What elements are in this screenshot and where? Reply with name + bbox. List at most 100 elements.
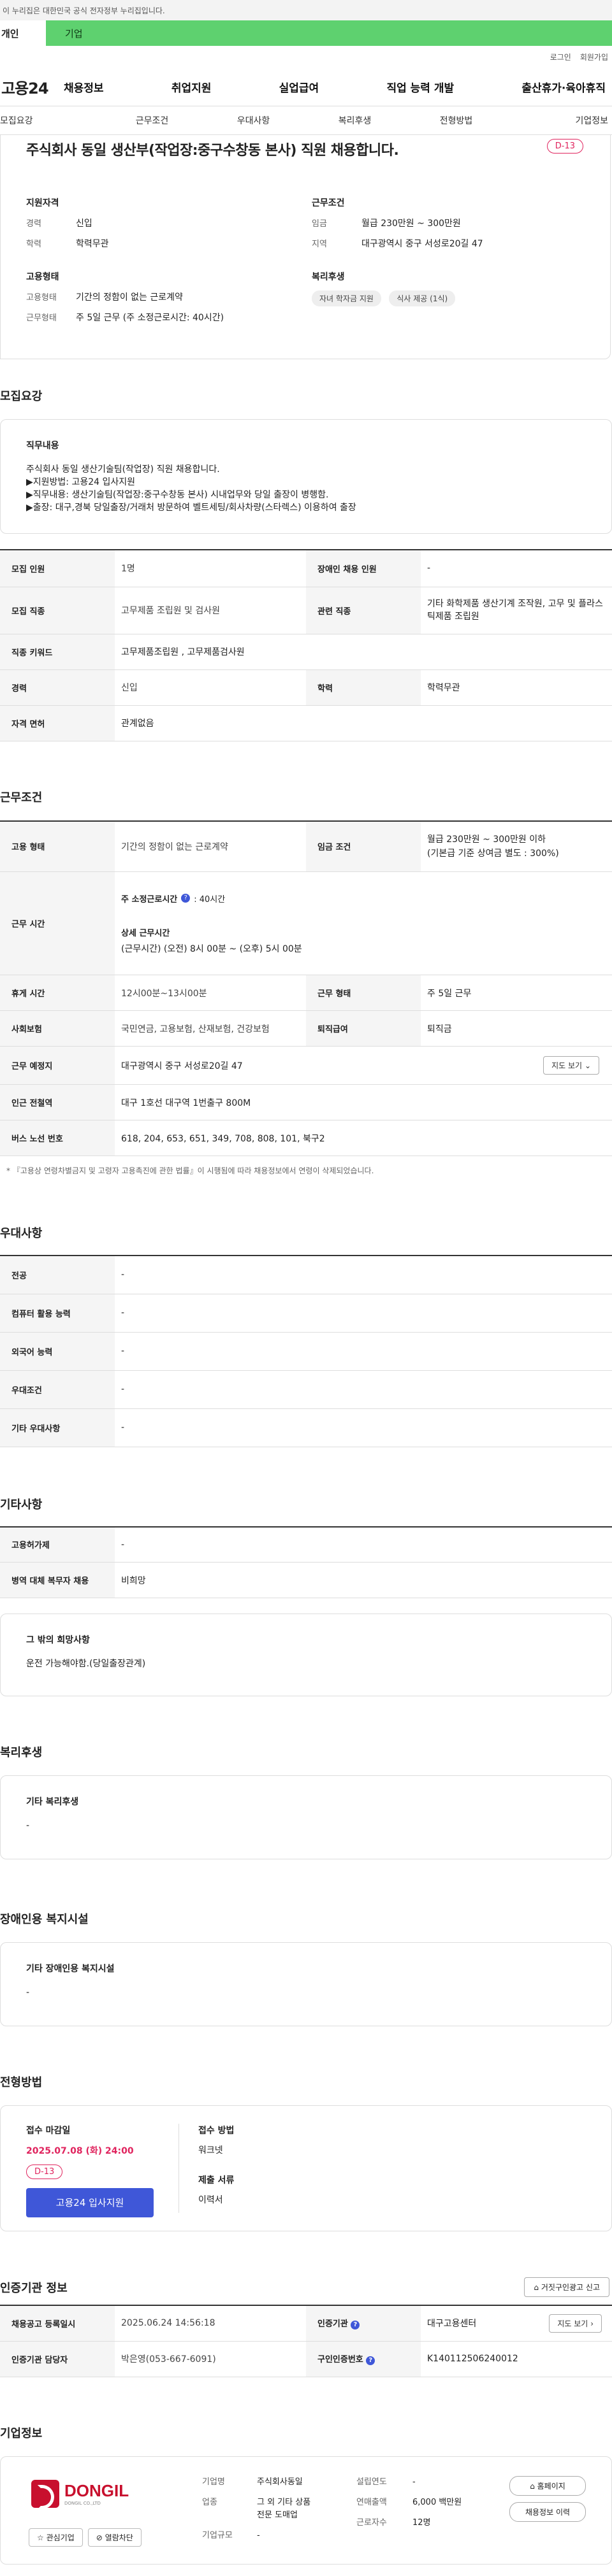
table-value: - (115, 1408, 612, 1447)
star-icon: ☆ (37, 2533, 44, 2542)
table-value: - (421, 550, 612, 587)
deadline-value: 2025.07.08 (화) 24:00 (26, 2146, 134, 2156)
block-view-label: 열람차단 (105, 2533, 133, 2542)
tab-company[interactable]: 기업정보 (507, 114, 608, 127)
apply-button[interactable]: 고용24 입사지원 (26, 2188, 154, 2217)
table-row: 사회보험 국민연금, 고용보험, 산재보험, 건강보험 퇴직급여 퇴직금 (0, 1010, 612, 1047)
table-row: 고용허가제 - (0, 1526, 612, 1563)
founded-label: 설립연도 (356, 2477, 387, 2487)
revenue-value: 6,000 백만원 (412, 2497, 462, 2507)
table-value: 618, 204, 653, 651, 349, 708, 808, 101, … (115, 1120, 612, 1156)
area-value: 대구광역시 중구 서성로20길 47 (361, 239, 483, 249)
area-label: 지역 (312, 240, 327, 249)
site-logo[interactable]: 고용24 (0, 76, 64, 98)
tab-screening[interactable]: 전형방법 (405, 114, 507, 127)
section-title-welfare: 복리후생 (0, 1746, 43, 1759)
employment-type-heading: 고용형태 (26, 272, 59, 282)
disability-box: 기타 장애인용 복지시설 - (0, 1942, 612, 2026)
table-row: 우대조건 - (0, 1370, 612, 1409)
main-nav: 고용24 채용정보 취업지원 실업급여 직업 능력 개발 출산휴가·육아휴직 (0, 68, 612, 106)
company-name-label: 기업명 (202, 2477, 225, 2487)
detail-hours-label: 상세 근무시간 (121, 928, 170, 938)
table-value: - (115, 1256, 612, 1294)
menu-vocational-training[interactable]: 직업 능력 개발 (386, 79, 454, 95)
table-value: - (115, 1332, 612, 1371)
cert-map-button-label: 지도 보기 (557, 2319, 588, 2328)
signup-link[interactable]: 회원가입 (580, 52, 608, 62)
worktype-label: 근무형태 (26, 313, 57, 323)
menu-unemployment-benefit[interactable]: 실업급여 (279, 79, 319, 95)
career-label: 경력 (26, 219, 41, 229)
menu-employment-support[interactable]: 취업지원 (171, 79, 212, 95)
table-label: 임금 조건 (306, 820, 421, 872)
tab-recruit[interactable]: 모집요강 (0, 114, 101, 127)
table-row: 컴퓨터 활용 능력 - (0, 1294, 612, 1333)
table-row: 병역 대체 복무자 채용 비희망 (0, 1562, 612, 1598)
table-label: 인증기관 담당자 (0, 2341, 115, 2377)
table-row: 기타 우대사항 - (0, 1408, 612, 1447)
login-link[interactable]: 로그인 (550, 52, 571, 62)
table-row: 모집 인원 1명 장애인 채용 인원 - (0, 550, 612, 587)
workplace-address: 대구광역시 중구 서성로20길 47 (121, 1061, 243, 1071)
section-title-etc: 기타사항 (0, 1498, 43, 1512)
false-ad-report-label: 거짓구인광고 신고 (541, 2283, 600, 2292)
welfare-chip: 자녀 학자금 지원 (312, 290, 381, 306)
info-icon[interactable]: ? (366, 2356, 375, 2365)
tab-preference[interactable]: 우대사항 (203, 114, 304, 127)
table-label: 인증기관 (317, 2319, 348, 2329)
company-logo: DONGIL DONGIL CO.,LTD (31, 2479, 129, 2509)
founded-value: - (412, 2477, 416, 2487)
job-description-box: 직무내용 주식회사 동일 생산기술팀(작업장) 직원 채용합니다. ▶지원방법:… (0, 419, 612, 534)
table-label: 우대조건 (0, 1370, 115, 1409)
company-logo-text: DONGIL (64, 2481, 129, 2500)
table-label: 전공 (0, 1256, 115, 1294)
table-row: 자격 면허 관계없음 (0, 705, 612, 741)
table-label: 장애인 채용 인원 (306, 550, 421, 587)
recruit-table: 모집 인원 1명 장애인 채용 인원 - 모집 직종 고무제품 조립원 및 검사원 관… (0, 549, 612, 741)
home-icon: ⌂ (530, 2481, 535, 2491)
map-button[interactable]: 지도 보기 ⌄ (543, 1056, 599, 1075)
table-value: 12시00분~13시00분 (115, 975, 306, 1011)
table-value: 고무제품 조립원 및 검사원 (115, 587, 306, 634)
table-label: 병역 대체 복무자 채용 (0, 1562, 115, 1598)
interest-company-button[interactable]: ☆ 관심기업 (29, 2528, 83, 2547)
disability-box-heading: 기타 장애인용 복지시설 (26, 1964, 115, 1974)
individual-tab[interactable]: 개인 (0, 27, 46, 40)
block-view-button[interactable]: ⊘ 열람차단 (87, 2528, 142, 2547)
tab-welfare[interactable]: 복리후생 (304, 114, 405, 127)
cert-map-button[interactable]: 지도 보기 › (549, 2314, 602, 2333)
menu-parental-leave[interactable]: 출산휴가·육아휴직 (521, 79, 606, 95)
industry-value-cont: 전문 도매업 (257, 2510, 298, 2520)
table-value: 기간의 정함이 없는 근로계약 (115, 820, 306, 872)
section-title-company: 기업정보 (0, 2426, 43, 2440)
recruit-history-button[interactable]: 채용정보 이력 (509, 2501, 586, 2522)
info-icon[interactable]: ? (181, 894, 191, 903)
main-menu: 채용정보 취업지원 실업급여 직업 능력 개발 출산휴가·육아휴직 (64, 79, 612, 95)
table-row: 근무 시간 주 소정근로시간 ? : 40시간 상세 근무시간 (근무시간) (… (0, 871, 612, 975)
employees-label: 근로자수 (356, 2517, 387, 2528)
table-label: 컴퓨터 활용 능력 (0, 1294, 115, 1333)
corporate-tab[interactable]: 기업 (46, 20, 612, 46)
menu-jobs[interactable]: 채용정보 (64, 79, 104, 95)
table-label: 학력 (306, 669, 421, 706)
company-size-value: - (257, 2530, 260, 2540)
wage-label: 임금 (312, 219, 327, 229)
section-tabs: 모집요강 근무조건 우대사항 복리후생 전형방법 기업정보 (0, 106, 612, 135)
employees-value: 12명 (412, 2517, 431, 2528)
company-logo-subtext: DONGIL CO.,LTD (64, 2501, 101, 2506)
table-row: 직종 키워드 고무제품조립원 , 고무제품검사원 (0, 634, 612, 670)
table-row: 전공 - (0, 1256, 612, 1294)
table-label: 고용 형태 (0, 820, 115, 872)
info-icon[interactable]: ? (351, 2321, 360, 2330)
detail-hours-value: (근무시간) (오전) 8시 00분 ~ (오후) 5시 00분 (121, 943, 302, 954)
false-ad-report-button[interactable]: ⌂ 거짓구인광고 신고 (524, 2277, 609, 2297)
table-value: 관계없음 (115, 705, 612, 741)
homepage-button[interactable]: ⌂ 홈페이지 (509, 2475, 586, 2496)
tab-conditions[interactable]: 근무조건 (101, 114, 203, 127)
table-label: 근무 형태 (306, 975, 421, 1011)
table-label: 모집 인원 (0, 550, 115, 587)
map-button-label: 지도 보기 (551, 1061, 583, 1070)
age-notice: * 『고용상 연령차별금지 및 고령자 고용촉진에 관한 법률』이 시행됨에 따… (6, 1166, 374, 1175)
job-title: 주식회사 동일 생산부(작업장:중구수창동 본사) 직원 채용합니다. (26, 143, 399, 159)
table-value: 퇴직금 (421, 1010, 612, 1047)
